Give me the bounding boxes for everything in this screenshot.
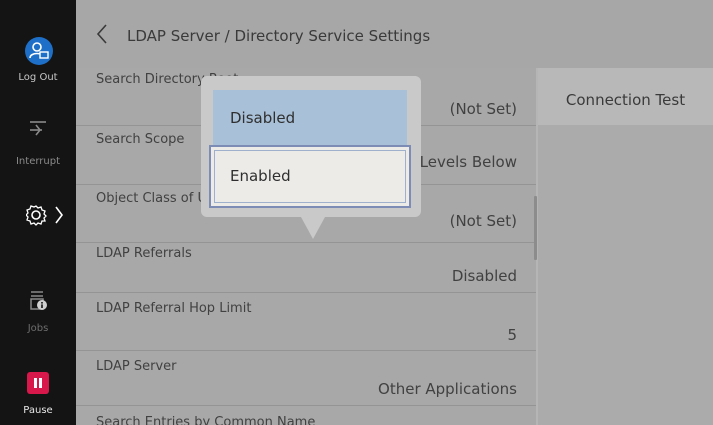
setting-value: Other Applications: [378, 380, 517, 398]
pause-icon[interactable]: [27, 372, 49, 394]
setting-label: Search Entries by Common Name: [96, 415, 316, 425]
setting-value: (Not Set): [449, 212, 517, 230]
setting-label: Search Scope: [96, 132, 185, 147]
setting-value: 5: [507, 326, 517, 344]
setting-row-ldap-server[interactable]: LDAP Server Other Applications: [76, 351, 536, 406]
setting-label: LDAP Referral Hop Limit: [96, 301, 252, 316]
pause-label[interactable]: Pause: [0, 405, 76, 416]
interrupt-label[interactable]: Interrupt: [0, 156, 76, 167]
setting-value: Disabled: [451, 267, 517, 285]
setting-label: LDAP Referrals: [96, 246, 192, 261]
setting-label: LDAP Server: [96, 359, 177, 374]
settings-gear-icon[interactable]: [26, 203, 66, 227]
sidebar: Log Out Interrupt Jobs Pause: [0, 0, 76, 425]
back-chevron-icon[interactable]: [96, 23, 108, 45]
option-enabled[interactable]: Enabled: [209, 145, 411, 208]
jobs-label[interactable]: Jobs: [0, 323, 76, 334]
option-label: Enabled: [230, 167, 291, 185]
interrupt-icon[interactable]: [27, 116, 49, 138]
option-label: Disabled: [230, 109, 296, 127]
setting-row-ldap-referral-hop-limit[interactable]: LDAP Referral Hop Limit 5: [76, 293, 536, 351]
popup-pointer: [301, 217, 325, 239]
connection-test-button[interactable]: Connection Test: [538, 68, 713, 125]
list-scrollbar[interactable]: [534, 196, 537, 260]
right-panel: Connection Test: [538, 68, 713, 425]
option-disabled[interactable]: Disabled: [213, 90, 407, 146]
header-bar: LDAP Server / Directory Service Settings: [76, 0, 713, 68]
logout-icon[interactable]: [25, 37, 53, 65]
setting-row-ldap-referrals[interactable]: LDAP Referrals Disabled: [76, 243, 536, 293]
logout-label[interactable]: Log Out: [0, 72, 76, 83]
setting-value: (Not Set): [449, 100, 517, 118]
jobs-icon[interactable]: [27, 289, 49, 311]
setting-row-search-entries-by-common-name[interactable]: Search Entries by Common Name: [76, 406, 536, 425]
page-title: LDAP Server / Directory Service Settings: [127, 27, 431, 45]
